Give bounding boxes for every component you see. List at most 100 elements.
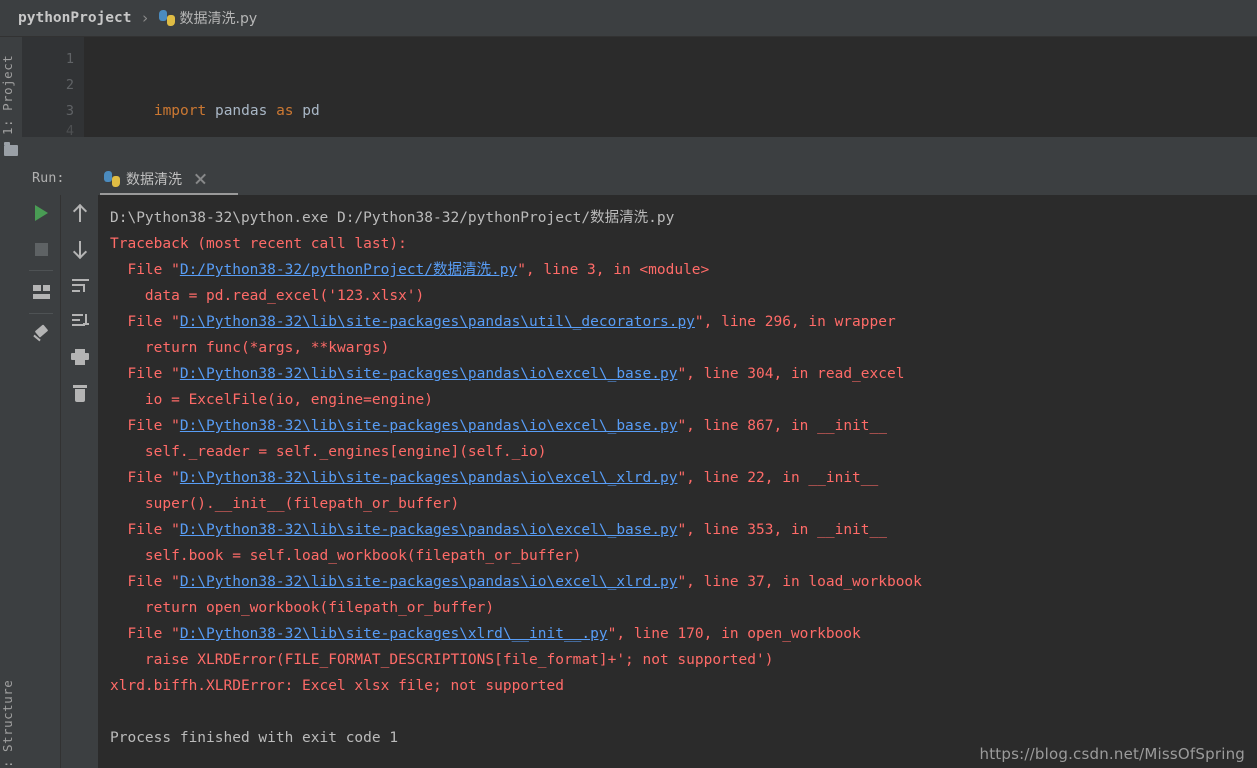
breadcrumb-file-label: 数据清洗.py: [179, 11, 258, 27]
console-line: return func(*args, **kwargs): [110, 335, 1257, 361]
console-text: Process finished with exit code 1: [110, 730, 399, 746]
line-number-partial: 4: [22, 123, 84, 137]
console-output[interactable]: D:\Python38-32\python.exe D:/Python38-32…: [98, 195, 1257, 768]
arrow-down-icon: [72, 240, 88, 259]
run-toolbar-secondary: [60, 195, 99, 768]
console-text: ", line 296, in wrapper: [694, 314, 896, 330]
run-tool-window-header: Run: 数据清洗: [22, 162, 1257, 196]
console-file-link[interactable]: D:\Python38-32\lib\site-packages\xlrd\__…: [180, 626, 608, 642]
stop-button[interactable]: [22, 231, 60, 267]
run-play-icon: [34, 205, 48, 221]
code-line[interactable]: [84, 72, 1257, 98]
console-text: io = ExcelFile(io, engine=engine): [110, 392, 434, 408]
console-line: File "D:\Python38-32\lib\site-packages\x…: [110, 621, 1257, 647]
console-line: File "D:\Python38-32\lib\site-packages\p…: [110, 569, 1257, 595]
soft-wrap-button[interactable]: [61, 267, 99, 303]
console-text: File ": [110, 470, 180, 486]
left-tool-strip: 1: Project : Structure: [0, 37, 23, 768]
console-text: Traceback (most recent call last):: [110, 236, 407, 252]
printer-icon: [71, 349, 89, 365]
close-icon[interactable]: [194, 172, 207, 185]
console-text: File ": [110, 522, 180, 538]
print-button[interactable]: [61, 339, 99, 375]
code-line[interactable]: import pandas as pd: [84, 46, 1257, 119]
console-text: ", line 3, in <module>: [517, 262, 710, 278]
run-tab-label: 数据清洗: [126, 171, 182, 188]
console-text: D:\Python38-32\python.exe D:/Python38-32…: [110, 210, 675, 226]
console-file-link[interactable]: D:\Python38-32\lib\site-packages\pandas\…: [180, 574, 678, 590]
console-text: ", line 867, in __init__: [677, 418, 887, 434]
pycharm-window: pythonProject › 数据清洗.py 1: Project : Str…: [0, 0, 1257, 768]
breadcrumb-file[interactable]: 数据清洗.py: [158, 8, 258, 28]
console-line: self.book = self.load_workbook(filepath_…: [110, 543, 1257, 569]
scroll-to-end-icon: [71, 314, 89, 328]
breadcrumb-separator-icon: ›: [140, 9, 150, 27]
code-editor[interactable]: 1 2 3 import pandas as pd data = pd.read…: [22, 37, 1257, 137]
console-text: ", line 353, in __init__: [677, 522, 887, 538]
clear-all-button[interactable]: [61, 375, 99, 411]
run-toolbar-primary: [22, 195, 60, 768]
console-line: raise XLRDError(FILE_FORMAT_DESCRIPTIONS…: [110, 647, 1257, 673]
layout-icon: [32, 285, 50, 299]
console-text: raise XLRDError(FILE_FORMAT_DESCRIPTIONS…: [110, 652, 774, 668]
console-line: io = ExcelFile(io, engine=engine): [110, 387, 1257, 413]
console-file-link[interactable]: D:\Python38-32\lib\site-packages\pandas\…: [180, 522, 678, 538]
console-line: File "D:\Python38-32\lib\site-packages\p…: [110, 465, 1257, 491]
console-text: ", line 304, in read_excel: [677, 366, 905, 382]
console-file-link[interactable]: D:\Python38-32\lib\site-packages\pandas\…: [180, 314, 695, 330]
console-text: File ": [110, 418, 180, 434]
run-label: Run:: [32, 170, 65, 186]
breadcrumb: pythonProject › 数据清洗.py: [0, 0, 1257, 37]
line-number: 3: [65, 103, 74, 119]
pin-icon: [32, 324, 50, 344]
console-text: ", line 37, in load_workbook: [677, 574, 922, 590]
arrow-up-icon: [72, 203, 88, 222]
code-token: import: [153, 103, 207, 119]
toolbar-separator: [29, 270, 53, 271]
pane-divider[interactable]: [22, 137, 1257, 162]
console-line: File "D:\Python38-32\lib\site-packages\p…: [110, 309, 1257, 335]
sidebar-item-project[interactable]: 1: Project: [0, 45, 22, 135]
scroll-to-end-button[interactable]: [61, 303, 99, 339]
tab-run-configuration[interactable]: 数据清洗: [98, 166, 213, 191]
folder-icon[interactable]: [4, 142, 18, 156]
console-file-link[interactable]: D:\Python38-32\lib\site-packages\pandas\…: [180, 418, 678, 434]
code-area[interactable]: import pandas as pd data = pd.read_excel…: [84, 37, 1257, 137]
soft-wrap-icon: [71, 278, 89, 292]
console-line: File "D:\Python38-32\lib\site-packages\p…: [110, 361, 1257, 387]
console-line: Traceback (most recent call last):: [110, 231, 1257, 257]
console-file-link[interactable]: D:\Python38-32\lib\site-packages\pandas\…: [180, 470, 678, 486]
console-text: File ": [110, 626, 180, 642]
console-text: data = pd.read_excel('123.xlsx'): [110, 288, 425, 304]
rerun-button[interactable]: [22, 195, 60, 231]
console-file-link[interactable]: D:/Python38-32/pythonProject/数据清洗.py: [180, 262, 517, 278]
down-the-stack-trace-button[interactable]: [61, 231, 99, 267]
watermark: https://blog.csdn.net/MissOfSpring: [979, 745, 1245, 763]
restore-layout-button[interactable]: [22, 274, 60, 310]
console-text: self._reader = self._engines[engine](sel…: [110, 444, 547, 460]
console-text: xlrd.biffh.XLRDError: Excel xlsx file; n…: [110, 678, 564, 694]
code-token: pandas: [206, 103, 277, 119]
console-text: ", line 22, in __init__: [677, 470, 879, 486]
console-line: super().__init__(filepath_or_buffer): [110, 491, 1257, 517]
code-token: as: [276, 103, 294, 119]
trash-icon: [73, 384, 87, 402]
console-line: xlrd.biffh.XLRDError: Excel xlsx file; n…: [110, 673, 1257, 699]
toolbar-separator: [29, 313, 53, 314]
breadcrumb-project[interactable]: pythonProject: [18, 10, 132, 26]
console-text: return func(*args, **kwargs): [110, 340, 390, 356]
python-file-icon: [104, 170, 120, 187]
console-line: data = pd.read_excel('123.xlsx'): [110, 283, 1257, 309]
console-line: File "D:\Python38-32\lib\site-packages\p…: [110, 517, 1257, 543]
sidebar-item-structure[interactable]: : Structure: [0, 658, 22, 768]
console-file-link[interactable]: D:\Python38-32\lib\site-packages\pandas\…: [180, 366, 678, 382]
python-file-icon: [158, 10, 175, 26]
up-the-stack-trace-button[interactable]: [61, 195, 99, 231]
console-text: return open_workbook(filepath_or_buffer): [110, 600, 495, 616]
console-text: File ": [110, 574, 180, 590]
console-line: return open_workbook(filepath_or_buffer): [110, 595, 1257, 621]
pin-tab-button[interactable]: [22, 317, 60, 353]
console-text: File ": [110, 366, 180, 382]
line-number: 1: [65, 51, 74, 67]
